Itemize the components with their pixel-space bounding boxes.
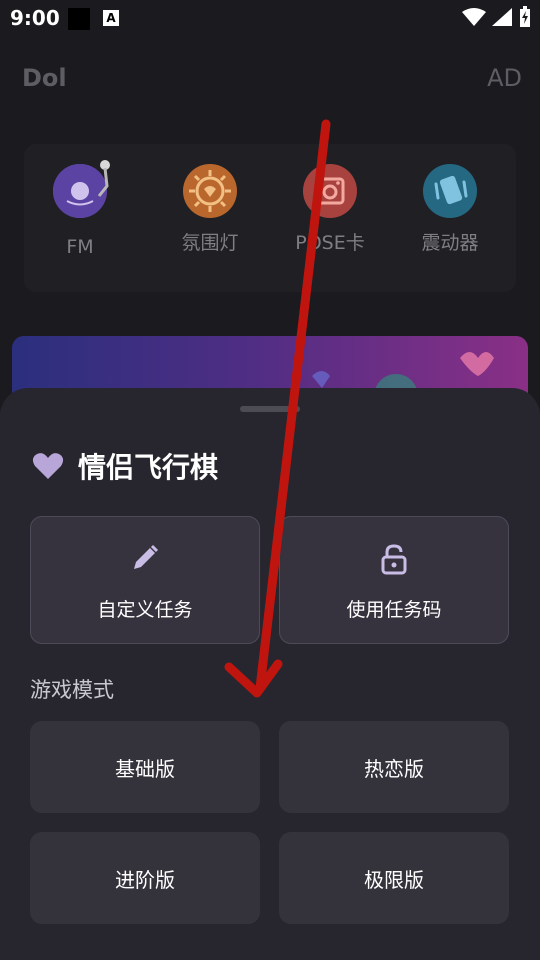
custom-task-label: 自定义任务: [97, 599, 193, 621]
status-time: 9:00: [10, 6, 60, 30]
battery-icon: [520, 6, 530, 27]
ad-label[interactable]: AD: [487, 64, 522, 92]
lamp-icon: [183, 164, 237, 218]
heart-icon: [460, 352, 494, 376]
mode-extreme-button[interactable]: 极限版: [279, 832, 509, 924]
vibrate-icon: [423, 164, 477, 218]
status-bar: 9:00 A: [0, 0, 540, 36]
feature-lamp[interactable]: 氛围灯: [160, 164, 260, 255]
app-logo: Dol: [22, 64, 67, 92]
wifi-icon: [461, 8, 486, 26]
mode-basic-button[interactable]: 基础版: [30, 721, 260, 813]
heart-icon: [312, 371, 330, 388]
mode-advanced-button[interactable]: 进阶版: [30, 832, 260, 924]
sheet-title-text: 情侣飞行棋: [78, 451, 219, 484]
pencil-icon: [134, 544, 159, 569]
feature-label: 氛围灯: [181, 232, 239, 254]
sheet-title: 情侣飞行棋: [32, 448, 218, 484]
sheet-drag-handle[interactable]: [240, 406, 300, 412]
heart-icon: [32, 453, 64, 479]
custom-task-button[interactable]: 自定义任务: [30, 516, 260, 644]
mode-passion-button[interactable]: 热恋版: [279, 721, 509, 813]
signal-icon: [491, 8, 512, 26]
notification-square-icon: [68, 8, 90, 30]
feature-vibrator[interactable]: 震动器: [400, 164, 500, 255]
use-task-code-label: 使用任务码: [346, 599, 442, 621]
accessibility-a-icon: A: [103, 10, 119, 26]
bottom-sheet: 情侣飞行棋 自定义任务 使用任务码 游戏模式 基础版 热恋版 进阶版 极限版: [0, 388, 540, 960]
feature-fm[interactable]: FM: [30, 160, 130, 258]
feature-label: FM: [66, 236, 94, 258]
use-task-code-button[interactable]: 使用任务码: [279, 516, 509, 644]
feature-label: 震动器: [421, 232, 479, 254]
feature-pose-card[interactable]: POSE卡: [280, 164, 380, 255]
feature-label: POSE卡: [295, 232, 365, 254]
game-mode-heading: 游戏模式: [30, 678, 114, 702]
feature-panel: FM 氛围灯 POSE卡 震动器: [24, 144, 516, 292]
fm-disc-icon: [53, 160, 110, 218]
lock-icon: [381, 544, 407, 575]
camera-icon: [303, 164, 357, 218]
status-icons: [461, 6, 532, 30]
